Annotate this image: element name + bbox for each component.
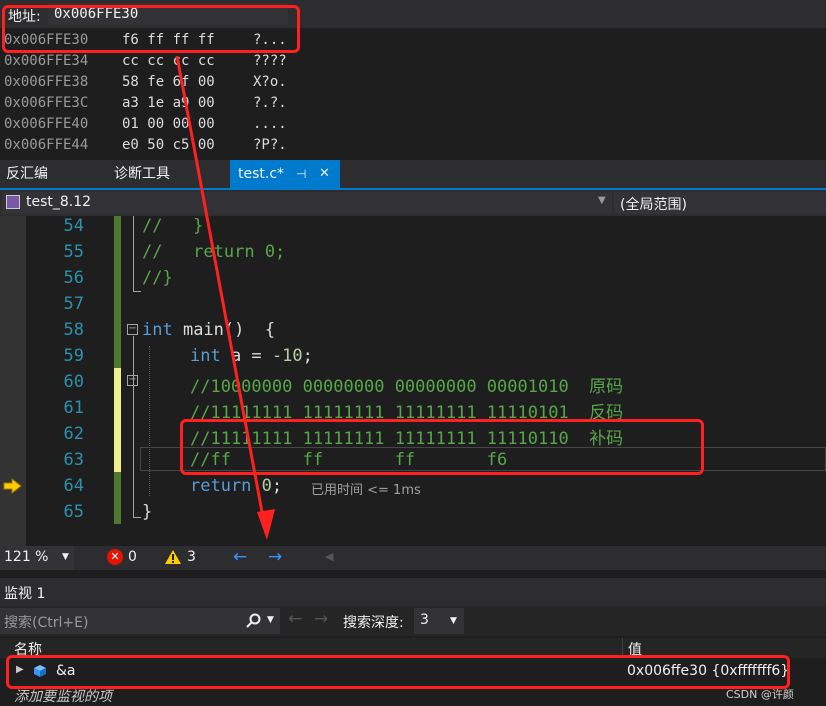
search-depth-label: 搜索深度: xyxy=(343,615,404,631)
zoom-dropdown[interactable]: 121 % ▼ xyxy=(0,546,74,570)
warning-icon[interactable] xyxy=(164,549,182,565)
navigate-forward-icon[interactable]: → xyxy=(268,547,282,567)
search-icon[interactable] xyxy=(245,613,261,629)
search-next-icon[interactable]: → xyxy=(314,609,328,629)
search-previous-icon[interactable]: ← xyxy=(288,609,302,629)
watch-search-input[interactable]: 搜索(Ctrl+E) ▼ xyxy=(0,608,280,634)
warning-count: 3 xyxy=(187,549,196,565)
navigate-back-icon[interactable]: ← xyxy=(233,547,247,567)
chevron-down-icon: ▼ xyxy=(62,552,69,562)
chevron-down-icon: ▼ xyxy=(450,616,457,626)
search-placeholder: 搜索(Ctrl+E) xyxy=(4,615,89,631)
scroll-left-icon[interactable]: ◀ xyxy=(325,550,333,563)
search-depth-select[interactable]: 3 ▼ xyxy=(414,608,464,634)
watch-panel-header: 监视 1 xyxy=(0,578,826,606)
chevron-down-icon[interactable]: ▼ xyxy=(267,615,274,625)
watch-toolbar: 搜索(Ctrl+E) ▼ ← → 搜索深度: 3 ▼ xyxy=(0,606,826,636)
search-depth-value: 3 xyxy=(420,612,429,628)
error-icon[interactable]: ✕ xyxy=(107,549,123,565)
editor-status-bar: 121 % ▼ ✕ 0 3 ← → ◀ xyxy=(0,546,826,570)
watch-title: 监视 1 xyxy=(4,586,46,602)
watch-highlight-box xyxy=(6,655,790,689)
error-count: 0 xyxy=(128,549,137,565)
zoom-level: 121 % xyxy=(4,549,49,565)
add-watch-hint[interactable]: 添加要监视的项 xyxy=(14,686,112,706)
